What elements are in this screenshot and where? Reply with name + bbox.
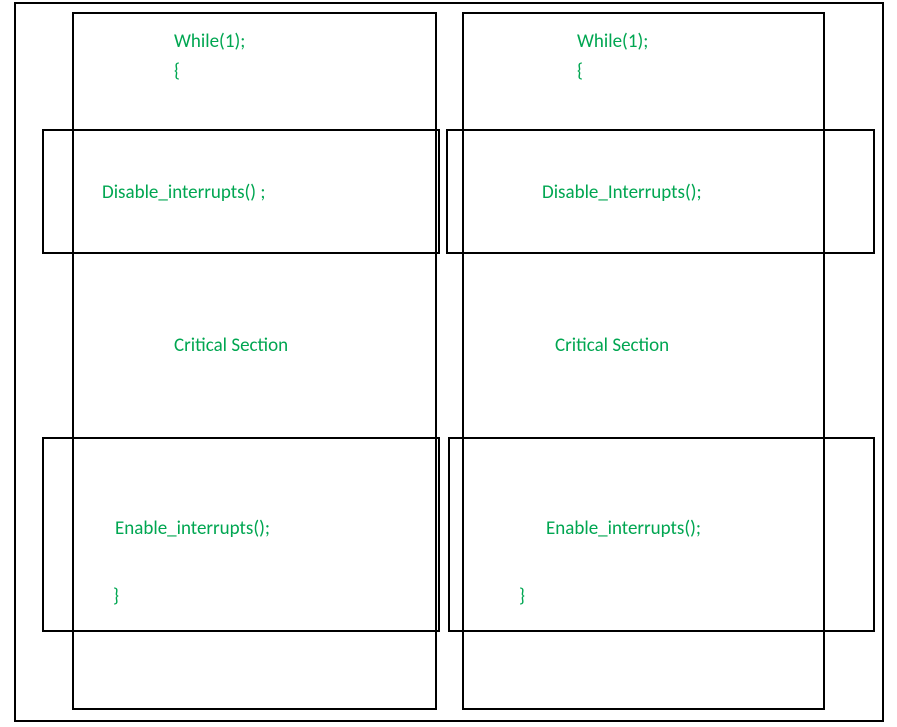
- left-close-brace: }: [113, 585, 119, 608]
- right-while-line: While(1);: [577, 30, 648, 53]
- left-enable-text: Enable_interrupts();: [115, 517, 270, 540]
- left-open-brace: {: [174, 60, 180, 83]
- right-critical-section: Critical Section: [555, 334, 669, 357]
- diagram-canvas: While(1); { Disable_interrupts() ; Criti…: [0, 0, 897, 727]
- left-while-line: While(1);: [174, 30, 245, 53]
- left-disable-text: Disable_interrupts() ;: [102, 181, 265, 204]
- right-enable-text: Enable_interrupts();: [546, 517, 701, 540]
- right-open-brace: {: [577, 60, 583, 83]
- right-close-brace: }: [519, 585, 525, 608]
- left-critical-section: Critical Section: [174, 334, 288, 357]
- right-disable-text: Disable_Interrupts();: [542, 181, 702, 204]
